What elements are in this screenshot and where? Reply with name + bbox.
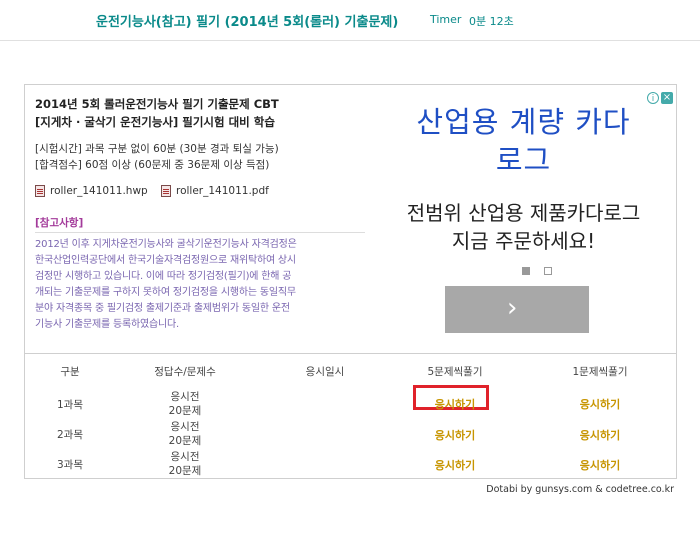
- start-five-button[interactable]: 응시하기: [405, 457, 505, 473]
- ad-next-button[interactable]: ›: [445, 286, 589, 333]
- status-line1: 응시전: [170, 421, 200, 433]
- timer-value: 0분 12초: [469, 15, 514, 28]
- top-bar: 운전기능사(참고) 필기 (2014년 5회(롤러) 기출문제) Timer 0…: [0, 0, 700, 41]
- notice-line: 개되는 기출문제를 구하지 못하여 정기검정을 시행하는 동일직무: [35, 287, 296, 298]
- status: 응시전 20문제: [140, 420, 230, 448]
- notice-line: 분야 자격종목 중 필기검정 출제기준과 출제범위가 동일한 운전: [35, 303, 290, 314]
- exam-panel: 2014년 5회 롤러운전기능사 필기 기출문제 CBT [지게차 · 굴삭기 …: [24, 84, 677, 479]
- pass-score: [합격점수] 60점 이상 (60문제 중 36문제 이상 득점): [35, 159, 270, 171]
- chevron-right-icon: ›: [507, 293, 518, 323]
- header-one-question: 1문제씩풀기: [572, 366, 628, 378]
- hwp-file-link[interactable]: roller_141011.hwp: [35, 185, 148, 197]
- status: 응시전 20문제: [140, 390, 230, 418]
- pdf-file-link[interactable]: roller_141011.pdf: [161, 185, 269, 197]
- header-subject: 구분: [60, 366, 80, 378]
- page-title: 운전기능사(참고) 필기 (2014년 5회(롤러) 기출문제): [96, 15, 399, 30]
- exam-title-line1: 2014년 5회 롤러운전기능사 필기 기출문제 CBT: [35, 97, 279, 111]
- header-date: 응시일시: [305, 366, 345, 378]
- timer-label: Timer: [430, 13, 462, 26]
- header-score: 정답수/문제수: [154, 366, 216, 378]
- pdf-icon: [161, 185, 171, 197]
- status-line2: 20문제: [168, 435, 202, 447]
- notice-body: 2012년 이후 지게차운전기능사와 굴삭기운전기능사 자격검정은 한국산업인력…: [35, 237, 365, 333]
- notice-title: [참고사항]: [35, 217, 84, 229]
- subject-name: 3과목: [56, 459, 83, 471]
- ad-dot-active[interactable]: [522, 267, 530, 275]
- footer-credit: Dotabi by gunsys.com & codetree.co.kr: [486, 484, 674, 495]
- status: 응시전 20문제: [140, 450, 230, 478]
- exam-time: [시험시간] 과목 구분 없이 60분 (30분 경과 퇴실 가능): [35, 143, 279, 155]
- subject-name: 2과목: [56, 429, 83, 441]
- ad-headline-line2: 로그: [495, 143, 552, 177]
- ad-dot-inactive[interactable]: [544, 267, 552, 275]
- start-five-button[interactable]: 응시하기: [405, 396, 505, 412]
- notice-divider: [35, 232, 365, 233]
- subject-table: 구분 정답수/문제수 응시일시 5문제씩풀기 1문제씩풀기 1과목 응시전 20…: [25, 353, 676, 477]
- ad-subtext: 전범위 산업용 제품카다로그 지금 주문하세요!: [374, 199, 673, 255]
- notice-line: 검정만 시행하고 있습니다. 이에 따라 정기검정(필기)에 한해 공: [35, 271, 292, 282]
- header-five-questions: 5문제씩풀기: [427, 366, 483, 378]
- status-line2: 20문제: [168, 465, 202, 477]
- exam-info: 2014년 5회 롤러운전기능사 필기 기출문제 CBT [지게차 · 굴삭기 …: [35, 95, 365, 333]
- start-one-button[interactable]: 응시하기: [550, 427, 650, 443]
- pdf-file-name: roller_141011.pdf: [176, 185, 269, 197]
- start-one-button[interactable]: 응시하기: [550, 457, 650, 473]
- ad-headline-line1: 산업용 계량 카다: [416, 105, 631, 139]
- notice-line: 2012년 이후 지게차운전기능사와 굴삭기운전기능사 자격검정은: [35, 239, 297, 250]
- status-line1: 응시전: [170, 451, 200, 463]
- notice-line: 한국산업인력공단에서 한국기술자격검정원으로 재위탁하여 상시: [35, 255, 296, 266]
- status-line1: 응시전: [170, 391, 200, 403]
- advertisement[interactable]: i × 산업용 계량 카다 로그 전범위 산업용 제품카다로그 지금 주문하세요…: [374, 89, 673, 347]
- subject-name: 1과목: [56, 399, 83, 411]
- hwp-file-name: roller_141011.hwp: [50, 185, 148, 197]
- ad-sub-line2: 지금 주문하세요!: [451, 229, 596, 253]
- ad-sub-line1: 전범위 산업용 제품카다로그: [406, 201, 641, 225]
- start-one-button[interactable]: 응시하기: [550, 396, 650, 412]
- file-links: roller_141011.hwp roller_141011.pdf: [35, 185, 365, 201]
- exam-title-line2: [지게차 · 굴삭기 운전기능사] 필기시험 대비 학습: [35, 115, 275, 129]
- document-icon: [35, 185, 45, 197]
- status-line2: 20문제: [168, 405, 202, 417]
- ad-pagination: [522, 267, 552, 275]
- ad-headline[interactable]: 산업용 계량 카다 로그: [374, 103, 673, 179]
- start-five-button[interactable]: 응시하기: [405, 427, 505, 443]
- notice-line: 기능사 기출문제를 등록하였습니다.: [35, 319, 179, 330]
